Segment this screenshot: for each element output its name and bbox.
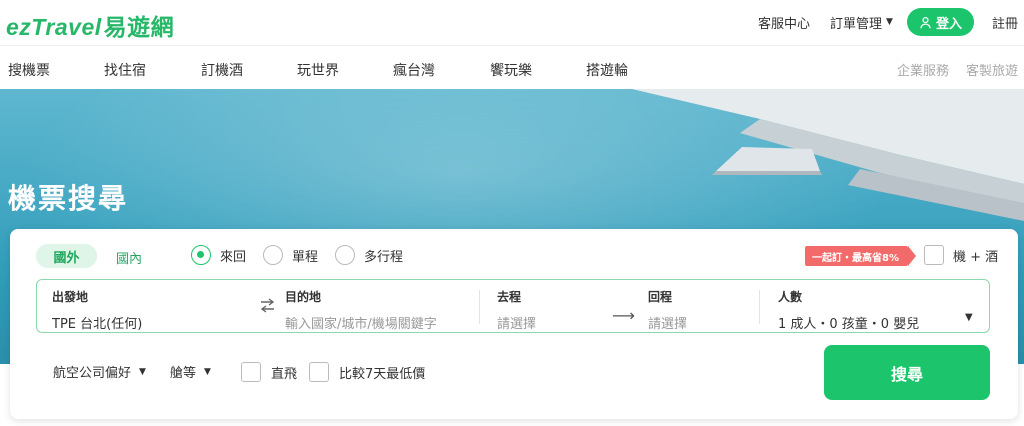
customer-service-link[interactable]: 客服中心 [758,13,810,32]
caret-down-icon: ▼ [886,17,893,27]
radio-selected-icon [191,245,211,265]
header-actions: 客服中心 訂單管理 ▼ 登入 註冊 [738,8,1018,36]
origin-value: TPE 台北(任何) [52,317,143,332]
login-button[interactable]: 登入 [906,8,974,36]
swap-icon[interactable] [259,297,276,318]
nav-item-world-tours[interactable]: 玩世界 [297,60,339,80]
airline-preference-dropdown[interactable]: 航空公司偏好 ▼ [53,362,146,381]
depart-date-field[interactable]: 去程 請選擇 [497,288,536,332]
logo-cn: 易遊網 [103,14,175,40]
top-header: ezTravel易遊網 客服中心 訂單管理 ▼ 登入 註冊 [0,0,1024,46]
radio-icon [335,245,355,265]
radio-multi-city-label: 多行程 [364,249,404,265]
flight-hotel-label: 機 + 酒 [953,249,999,265]
logo-text: ezTravel [6,14,102,40]
checkbox-icon [309,362,329,382]
eztravel-logo[interactable]: ezTravel易遊網 [6,8,174,42]
caret-down-icon: ▼ [204,366,211,377]
radio-round-trip-label: 來回 [220,249,247,265]
passenger-field[interactable]: 人數 1 成人・0 孩童・0 嬰兒 [778,288,919,332]
nav-item-flight-hotel[interactable]: 訂機酒 [201,60,243,80]
depart-label: 去程 [497,290,522,304]
user-icon [920,16,931,28]
cabin-class-dropdown[interactable]: 艙等 ▼ [170,362,211,381]
cabin-class-label: 艙等 [170,366,197,381]
origin-field[interactable]: 出發地 TPE 台北(任何) [52,288,142,332]
radio-multi-city[interactable]: 多行程 [335,245,403,265]
nav-enterprise[interactable]: 企業服務 [897,60,949,79]
return-placeholder: 請選擇 [648,317,688,332]
search-fields: 出發地 TPE 台北(任何) 目的地 輸入國家/城市/機場關鍵字 去程 請選擇 … [36,279,990,333]
radio-one-way-label: 單程 [292,249,319,265]
nav-custom-travel[interactable]: 客製旅遊 [966,60,1018,79]
flight-search-card: 國外 國內 來回 單程 多行程 一起訂・最高省8% 機 + 酒 出發地 TPE … [10,229,1018,419]
passenger-value: 1 成人・0 孩童・0 嬰兒 [778,317,920,332]
compare-7days-checkbox[interactable]: 比較7天最低價 [309,362,425,382]
nav-item-flights[interactable]: 搜機票 [8,60,50,80]
return-date-field[interactable]: 回程 請選擇 [648,288,687,332]
depart-placeholder: 請選擇 [497,317,537,332]
caret-down-icon[interactable]: ▼ [965,312,973,323]
nav-item-activities[interactable]: 饗玩樂 [490,60,532,80]
field-divider [479,290,480,324]
direct-flight-label: 直飛 [271,366,298,382]
destination-placeholder: 輸入國家/城市/機場關鍵字 [285,317,437,332]
destination-field[interactable]: 目的地 輸入國家/城市/機場關鍵字 [285,288,437,332]
page-title: 機票搜尋 [8,182,129,215]
radio-icon [263,245,283,265]
caret-down-icon: ▼ [139,366,146,377]
order-manage-menu[interactable]: 訂單管理 ▼ [830,13,893,32]
field-divider [759,290,760,324]
promo-badge: 一起訂・最高省8% [805,246,916,266]
radio-one-way[interactable]: 單程 [263,245,318,265]
return-label: 回程 [648,290,673,304]
nav-item-taiwan[interactable]: 瘋台灣 [393,60,435,80]
airline-preference-label: 航空公司偏好 [53,366,132,381]
tab-international[interactable]: 國外 [36,244,97,268]
arrow-right-icon: ⟶ [612,306,635,325]
flight-hotel-toggle[interactable]: 機 + 酒 [924,245,998,265]
direct-flight-checkbox[interactable]: 直飛 [241,362,297,382]
compare-7days-label: 比較7天最低價 [339,366,426,382]
tab-domestic[interactable]: 國內 [116,248,142,267]
nav-item-cruises[interactable]: 搭遊輪 [586,60,628,80]
login-label: 登入 [935,16,962,32]
origin-label: 出發地 [52,290,89,304]
checkbox-icon [924,245,944,265]
checkbox-icon [241,362,261,382]
passenger-label: 人數 [778,290,803,304]
search-button[interactable]: 搜尋 [824,345,990,400]
nav-item-hotels[interactable]: 找住宿 [104,60,146,80]
main-nav: 搜機票 找住宿 訂機酒 玩世界 瘋台灣 饗玩樂 搭遊輪 企業服務 客製旅遊 [0,47,1024,89]
register-link[interactable]: 註冊 [992,13,1018,32]
order-manage-label: 訂單管理 [830,16,883,32]
destination-label: 目的地 [285,290,322,304]
radio-round-trip[interactable]: 來回 [191,245,246,265]
